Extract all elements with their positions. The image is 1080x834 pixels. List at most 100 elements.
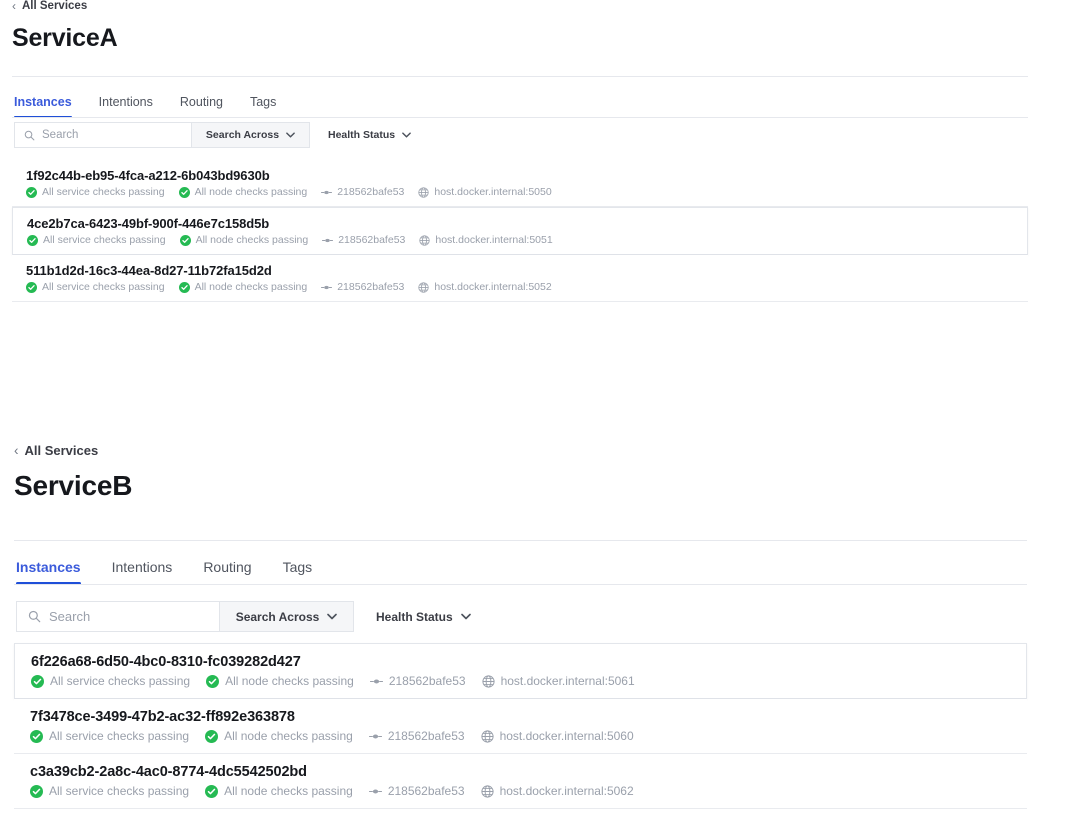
instance-address: host.docker.internal:5050 bbox=[418, 186, 552, 198]
header-divider bbox=[12, 76, 1028, 77]
service-checks-status: All service checks passing bbox=[26, 281, 165, 293]
node-label: 218562bafe53 bbox=[337, 281, 405, 293]
service-checks-status: All service checks passing bbox=[31, 674, 190, 688]
globe-icon bbox=[480, 784, 494, 798]
check-circle-icon bbox=[178, 281, 190, 293]
instance-meta: All service checks passing All node chec… bbox=[27, 234, 1017, 246]
tab-label: Instances bbox=[14, 95, 72, 109]
search-input[interactable]: Search bbox=[15, 123, 191, 147]
tab-label: Routing bbox=[179, 95, 223, 109]
tablist: Instances Intentions Routing Tags bbox=[16, 551, 312, 585]
service-checks-status: All service checks passing bbox=[30, 784, 189, 798]
node-checks-status: All node checks passing bbox=[179, 234, 309, 246]
instance-id: 1f92c44b-eb95-4fca-a212-6b043bd9630b bbox=[26, 168, 270, 183]
check-circle-icon bbox=[206, 674, 220, 688]
node-name: 218562bafe53 bbox=[321, 186, 404, 198]
instance-card[interactable]: 511b1d2d-16c3-44ea-8d27-11b72fa15d2d All… bbox=[12, 255, 1028, 302]
check-circle-icon bbox=[31, 674, 44, 688]
breadcrumb-all-services[interactable]: ‹ All Services bbox=[14, 443, 98, 458]
instance-card[interactable]: 7f3478ce-3499-47b2-ac32-ff892e363878 All… bbox=[14, 699, 1027, 754]
tab-routing[interactable]: Routing bbox=[203, 559, 251, 585]
chevron-down-icon bbox=[286, 132, 295, 138]
instance-id: 4ce2b7ca-6423-49bf-900f-446e7c158d5b bbox=[27, 216, 270, 231]
health-status-dropdown[interactable]: Health Status bbox=[354, 610, 487, 624]
instance-list: 1f92c44b-eb95-4fca-a212-6b043bd9630b All… bbox=[12, 160, 1028, 302]
instance-card[interactable]: 1f92c44b-eb95-4fca-a212-6b043bd9630b All… bbox=[12, 160, 1028, 207]
check-circle-icon bbox=[30, 784, 43, 798]
page-title: ServiceB bbox=[14, 470, 133, 501]
instance-meta: All service checks passing All node chec… bbox=[26, 186, 1018, 198]
node-icon bbox=[322, 235, 334, 246]
search-filter-group: Search Search Across bbox=[16, 601, 354, 632]
address-label: host.docker.internal:5061 bbox=[500, 674, 635, 688]
breadcrumb-all-services[interactable]: ‹ All Services bbox=[12, 0, 87, 12]
address-label: host.docker.internal:5050 bbox=[434, 186, 552, 198]
instance-list: 6f226a68-6d50-4bc0-8310-fc039282d427 All… bbox=[14, 643, 1027, 809]
check-circle-icon bbox=[205, 729, 219, 743]
tab-instances[interactable]: Instances bbox=[14, 95, 72, 118]
node-checks-status: All node checks passing bbox=[178, 281, 308, 293]
tab-tags[interactable]: Tags bbox=[250, 95, 276, 118]
globe-icon bbox=[481, 674, 495, 688]
node-name: 218562bafe53 bbox=[368, 729, 465, 743]
chevron-down-icon bbox=[327, 613, 338, 620]
search-input[interactable]: Search bbox=[17, 602, 219, 631]
instance-card[interactable]: 4ce2b7ca-6423-49bf-900f-446e7c158d5b All… bbox=[12, 207, 1028, 255]
tab-label: Tags bbox=[282, 559, 313, 575]
tab-label: Intentions bbox=[98, 95, 153, 109]
node-label: 218562bafe53 bbox=[387, 784, 465, 798]
tab-intentions[interactable]: Intentions bbox=[99, 95, 153, 118]
instance-id: 6f226a68-6d50-4bc0-8310-fc039282d427 bbox=[31, 654, 301, 670]
filter-toolbar: Search Search Across Health Status bbox=[16, 601, 487, 632]
check-circle-icon bbox=[26, 281, 37, 293]
tabs-divider bbox=[12, 117, 1028, 118]
search-across-dropdown[interactable]: Search Across bbox=[219, 602, 353, 631]
node-name: 218562bafe53 bbox=[321, 281, 404, 293]
instance-card[interactable]: c3a39cb2-2a8c-4ac0-8774-4dc5542502bd All… bbox=[14, 754, 1027, 809]
node-checks-status: All node checks passing bbox=[205, 729, 353, 743]
back-chevron-icon: ‹ bbox=[14, 442, 19, 458]
node-name: 218562bafe53 bbox=[322, 234, 405, 246]
address-label: host.docker.internal:5051 bbox=[435, 234, 553, 246]
node-icon bbox=[368, 785, 382, 798]
node-icon bbox=[369, 675, 383, 688]
service-checks-status: All service checks passing bbox=[30, 729, 189, 743]
instance-card[interactable]: 6f226a68-6d50-4bc0-8310-fc039282d427 All… bbox=[14, 643, 1027, 699]
instance-meta: All service checks passing All node chec… bbox=[31, 674, 1014, 688]
health-status-dropdown[interactable]: Health Status bbox=[310, 129, 425, 141]
tab-intentions[interactable]: Intentions bbox=[112, 559, 173, 585]
instance-id: 511b1d2d-16c3-44ea-8d27-11b72fa15d2d bbox=[26, 263, 272, 278]
check-circle-icon bbox=[205, 784, 219, 798]
instance-address: host.docker.internal:5060 bbox=[480, 729, 634, 743]
instance-meta: All service checks passing All node chec… bbox=[26, 281, 1018, 293]
node-checks-label: All node checks passing bbox=[224, 784, 353, 798]
health-status-label: Health Status bbox=[328, 129, 396, 141]
tab-routing[interactable]: Routing bbox=[180, 95, 223, 118]
tabs-divider bbox=[14, 584, 1027, 585]
node-icon bbox=[368, 730, 382, 743]
node-checks-label: All node checks passing bbox=[194, 281, 308, 293]
breadcrumb-label: All Services bbox=[24, 443, 99, 458]
check-circle-icon bbox=[179, 234, 191, 246]
globe-icon bbox=[418, 281, 430, 293]
search-placeholder: Search bbox=[49, 609, 91, 624]
address-label: host.docker.internal:5060 bbox=[499, 729, 634, 743]
node-checks-label: All node checks passing bbox=[194, 186, 308, 198]
tab-label: Intentions bbox=[111, 559, 173, 575]
node-label: 218562bafe53 bbox=[387, 729, 465, 743]
search-across-dropdown[interactable]: Search Across bbox=[191, 123, 309, 147]
search-icon bbox=[24, 130, 35, 141]
tab-instances[interactable]: Instances bbox=[16, 559, 81, 585]
node-checks-status: All node checks passing bbox=[205, 784, 353, 798]
search-across-label: Search Across bbox=[235, 609, 320, 624]
tab-tags[interactable]: Tags bbox=[283, 559, 313, 585]
node-checks-label: All node checks passing bbox=[225, 674, 354, 688]
instance-address: host.docker.internal:5051 bbox=[419, 234, 553, 246]
service-checks-status: All service checks passing bbox=[26, 186, 165, 198]
service-checks-label: All service checks passing bbox=[49, 729, 190, 743]
service-checks-label: All service checks passing bbox=[49, 784, 190, 798]
chevron-down-icon bbox=[402, 132, 411, 138]
node-checks-label: All node checks passing bbox=[195, 234, 309, 246]
instance-address: host.docker.internal:5052 bbox=[418, 281, 552, 293]
search-placeholder: Search bbox=[42, 129, 79, 141]
